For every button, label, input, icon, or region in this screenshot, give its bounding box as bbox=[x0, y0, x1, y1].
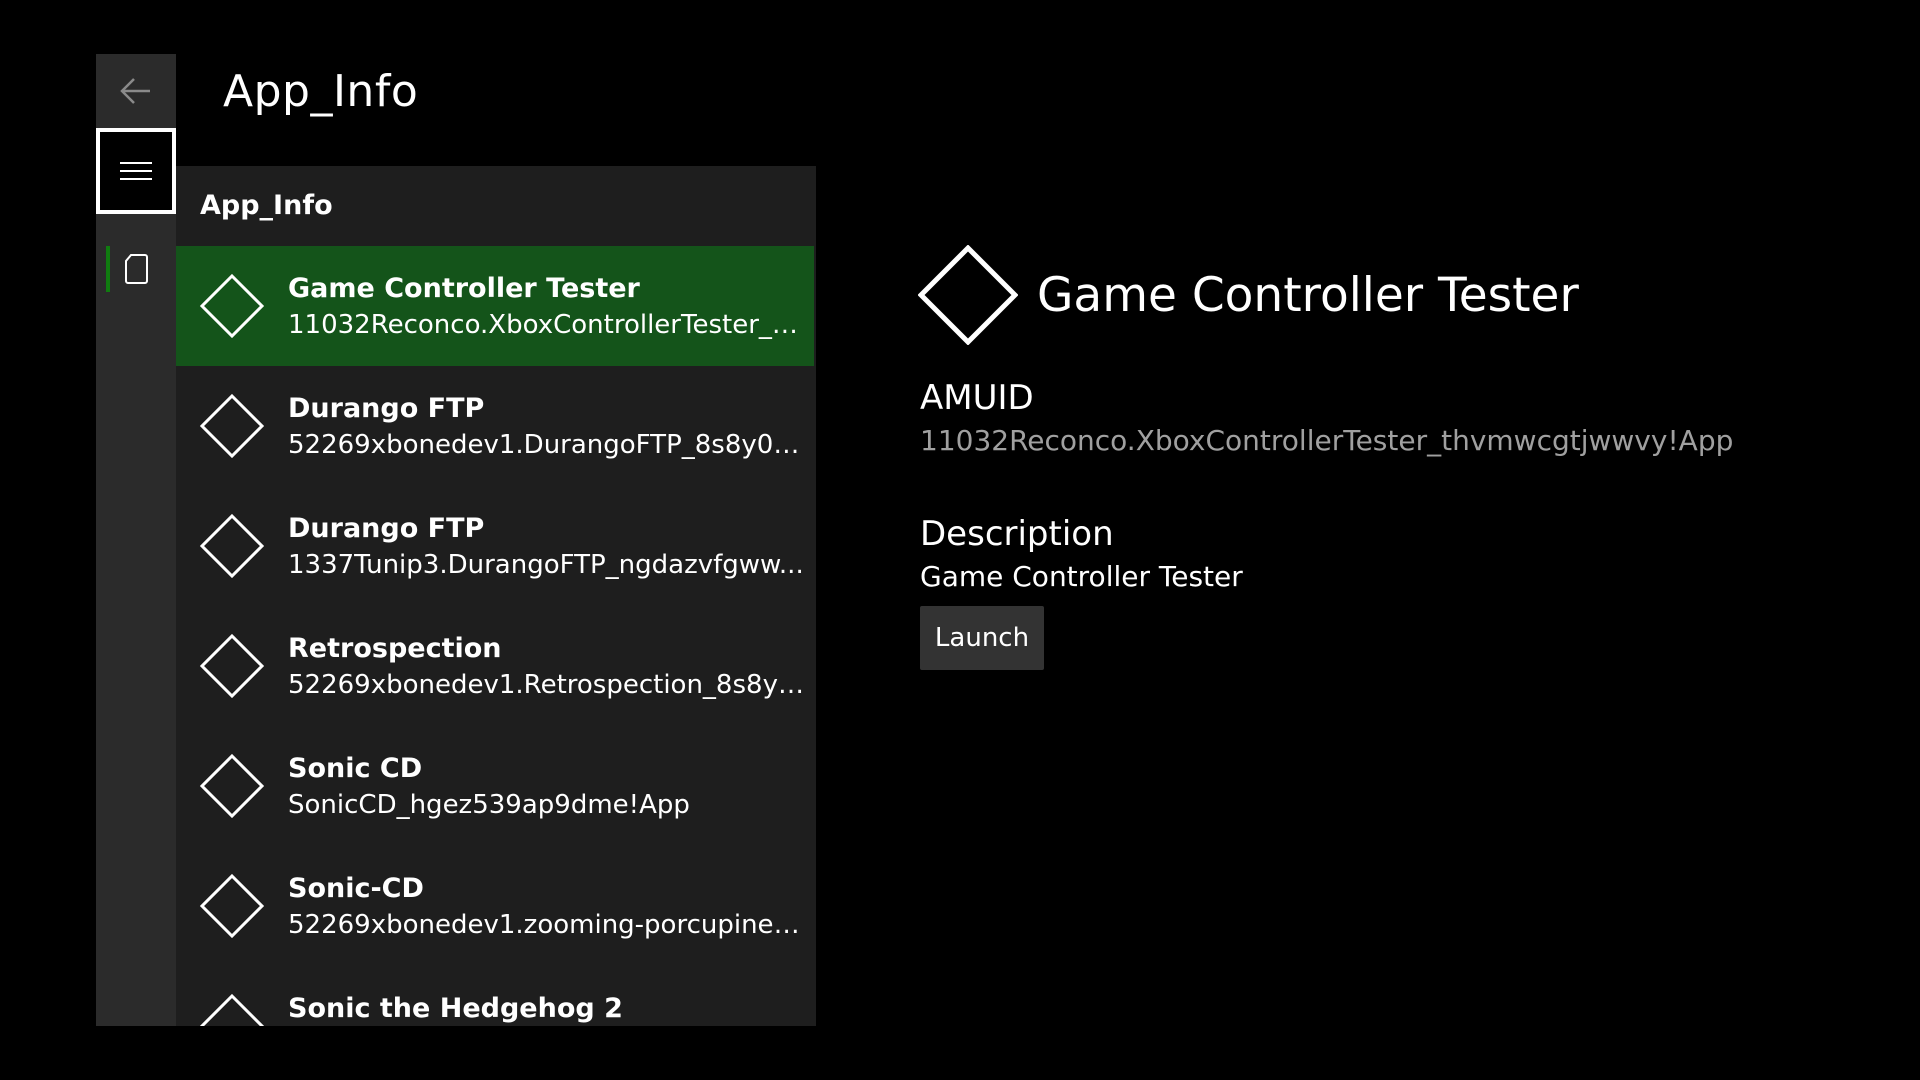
hamburger-menu-button[interactable] bbox=[96, 128, 176, 214]
diamond-app-icon bbox=[200, 514, 264, 578]
diamond-app-icon bbox=[200, 994, 264, 1026]
hamburger-menu-icon bbox=[120, 162, 152, 180]
diamond-app-icon bbox=[200, 754, 264, 818]
amuid-label: AMUID bbox=[920, 378, 1034, 418]
pane-header: App_Info bbox=[200, 190, 333, 221]
list-item-title: Game Controller Tester bbox=[288, 273, 640, 304]
diamond-app-icon bbox=[200, 634, 264, 698]
nav-rail bbox=[96, 54, 176, 1026]
diamond-app-icon bbox=[200, 874, 264, 938]
list-item-subtitle: 52269xbonedev1.DurangoFTP_8s8y06a... bbox=[288, 430, 804, 460]
list-item[interactable]: Sonic the Hedgehog 2 bbox=[176, 966, 814, 1026]
launch-button[interactable]: Launch bbox=[920, 606, 1044, 670]
selection-indicator bbox=[106, 246, 110, 292]
list-item-title: Sonic CD bbox=[288, 753, 423, 784]
description-label: Description bbox=[920, 514, 1114, 554]
diamond-app-icon bbox=[200, 274, 264, 338]
list-item-subtitle: SonicCD_hgez539ap9dme!App bbox=[288, 790, 690, 820]
back-button[interactable] bbox=[96, 54, 176, 128]
list-item[interactable]: Durango FTP 1337Tunip3.DurangoFTP_ngdazv… bbox=[176, 486, 814, 606]
list-item[interactable]: Sonic CD SonicCD_hgez539ap9dme!App bbox=[176, 726, 814, 846]
app-list-pane: App_Info Game Controller Tester 11032Rec… bbox=[176, 166, 816, 1026]
list-item-title: Durango FTP bbox=[288, 513, 485, 544]
device-icon bbox=[125, 254, 148, 284]
diamond-app-icon bbox=[200, 394, 264, 458]
list-item-subtitle: 1337Tunip3.DurangoFTP_ngdazvfgww... bbox=[288, 550, 804, 580]
list-item[interactable]: Game Controller Tester 11032Reconco.Xbox… bbox=[176, 246, 814, 366]
list-item-title: Sonic-CD bbox=[288, 873, 424, 904]
diamond-app-icon bbox=[918, 245, 1018, 345]
page-title: App_Info bbox=[223, 66, 419, 117]
list-item-title: Durango FTP bbox=[288, 393, 485, 424]
list-item[interactable]: Durango FTP 52269xbonedev1.DurangoFTP_8s… bbox=[176, 366, 814, 486]
description-value: Game Controller Tester bbox=[920, 560, 1243, 593]
list-item[interactable]: Sonic-CD 52269xbonedev1.zooming-porcupin… bbox=[176, 846, 814, 966]
list-item-subtitle: 52269xbonedev1.zooming-porcupine_... bbox=[288, 910, 804, 940]
amuid-value: 11032Reconco.XboxControllerTester_thvmwc… bbox=[920, 424, 1734, 457]
list-item-title: Sonic the Hedgehog 2 bbox=[288, 993, 623, 1024]
list-item-subtitle: 52269xbonedev1.Retrospection_8s8y0... bbox=[288, 670, 804, 700]
arrow-left-icon bbox=[120, 78, 150, 104]
list-item-title: Retrospection bbox=[288, 633, 502, 664]
detail-title: Game Controller Tester bbox=[1037, 268, 1579, 323]
app-list: Game Controller Tester 11032Reconco.Xbox… bbox=[176, 246, 814, 1026]
nav-item-device[interactable] bbox=[96, 244, 176, 294]
list-item[interactable]: Retrospection 52269xbonedev1.Retrospecti… bbox=[176, 606, 814, 726]
list-item-subtitle: 11032Reconco.XboxControllerTester_th... bbox=[288, 310, 804, 340]
